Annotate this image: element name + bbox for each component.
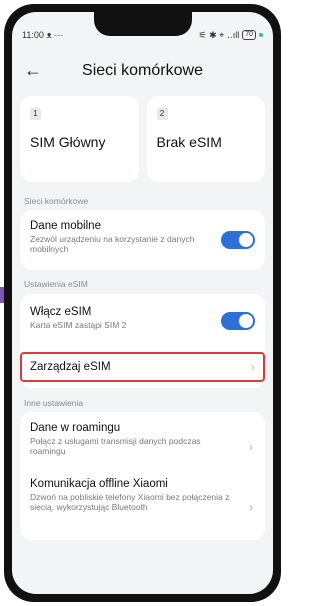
sim-card-2[interactable]: 2 Brak eSIM <box>146 96 265 182</box>
chevron-right-icon: › <box>249 440 253 454</box>
mobile-data-card[interactable]: Dane mobilne Zezwól urządzeniu na korzys… <box>20 210 265 270</box>
enable-esim-row[interactable]: Włącz eSIM Karta eSIM zastąpi SIM 2 <box>30 306 209 330</box>
sim-number-badge: 1 <box>30 108 41 120</box>
privacy-dot-icon <box>259 33 263 37</box>
offline-title: Komunikacja offline Xiaomi <box>30 478 168 490</box>
notification-icons: ᴥ ··· <box>46 30 64 40</box>
section-esim-settings: Ustawienia eSIM <box>24 279 88 289</box>
chevron-right-icon: › <box>249 500 253 514</box>
other-settings-card: Dane w roamingu Połącz z usługami transm… <box>20 412 265 540</box>
status-bar: 11:00 ᴥ ··· ⚟ ✱ ⌖ ‥ıll 70 <box>22 28 263 42</box>
mobile-data-title: Dane mobilne <box>30 220 101 232</box>
enable-esim-toggle[interactable] <box>221 312 255 330</box>
header: ← Sieci komórkowe <box>12 56 273 86</box>
page-title: Sieci komórkowe <box>82 62 203 79</box>
sim-card-1[interactable]: 1 SIM Główny <box>20 96 139 182</box>
battery-icon: 70 <box>242 30 256 40</box>
offline-desc: Dzwoń na pobliskie telefony Xiaomi bez p… <box>30 492 230 512</box>
enable-esim-desc: Karta eSIM zastąpi SIM 2 <box>30 320 127 330</box>
manage-esim-title: Zarządzaj eSIM <box>30 361 111 373</box>
roaming-title: Dane w roamingu <box>30 422 121 434</box>
offline-row[interactable]: Komunikacja offline Xiaomi Dzwoń na pobl… <box>30 478 235 512</box>
section-mobile-networks: Sieci komórkowe <box>24 196 89 206</box>
sim-cards: 1 SIM Główny 2 Brak eSIM <box>20 96 265 182</box>
sim-name: Brak eSIM <box>156 134 222 150</box>
sim-number-badge: 2 <box>156 108 168 120</box>
signal-icons: ⚟ ✱ ⌖ ‥ıll <box>198 29 240 40</box>
sim-name: SIM Główny <box>30 134 106 150</box>
enable-esim-title: Włącz eSIM <box>30 306 92 318</box>
mobile-data-desc: Zezwól urządzeniu na korzystanie z danyc… <box>30 234 195 254</box>
manage-esim-row[interactable]: Zarządzaj eSIM › <box>20 352 265 382</box>
roaming-desc: Połącz z usługami transmisji danych podc… <box>30 436 201 456</box>
chevron-right-icon: › <box>251 360 255 374</box>
roaming-row[interactable]: Dane w roamingu Połącz z usługami transm… <box>30 422 235 456</box>
status-time: 11:00 <box>22 30 44 40</box>
phone-frame: 11:00 ᴥ ··· ⚟ ✱ ⌖ ‥ıll 70 ← Sieci komórk… <box>4 4 281 602</box>
section-other-settings: Inne ustawienia <box>24 398 84 408</box>
mobile-data-toggle[interactable] <box>221 231 255 249</box>
screen: 11:00 ᴥ ··· ⚟ ✱ ⌖ ‥ıll 70 ← Sieci komórk… <box>12 12 273 594</box>
